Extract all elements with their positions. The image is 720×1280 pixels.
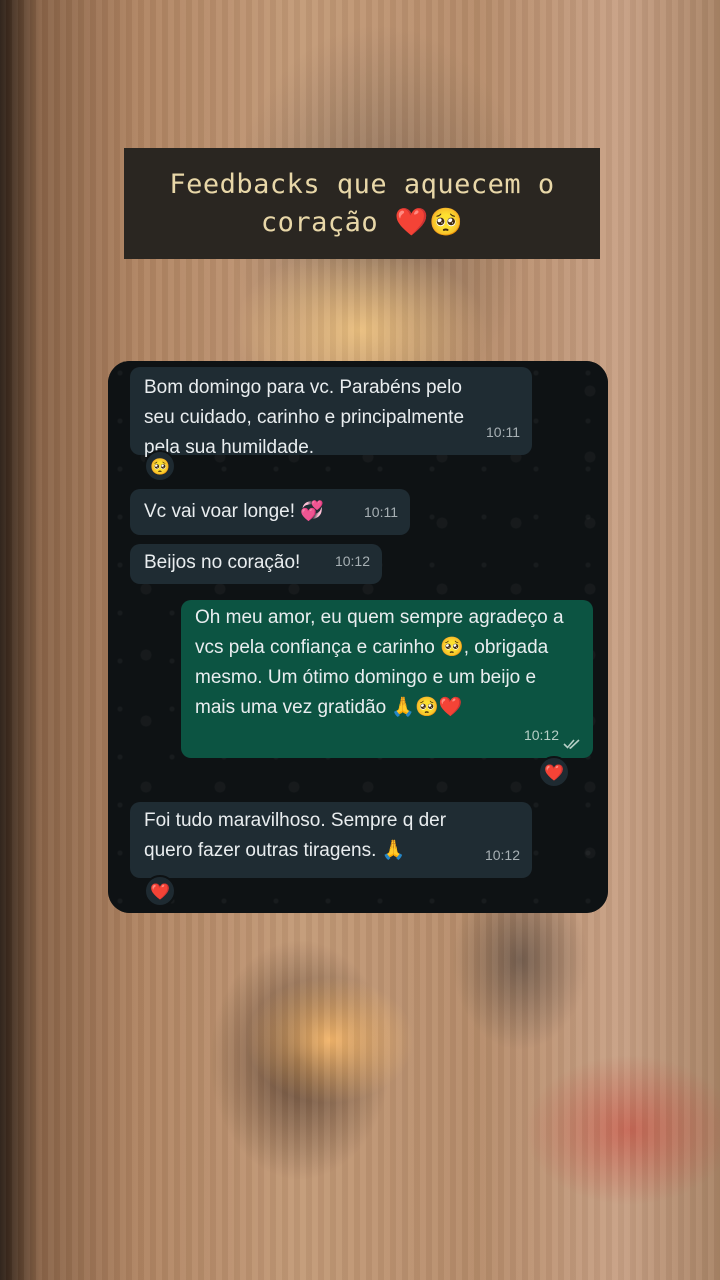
message-text: Foi tudo maravilhoso. Sempre q der quero… [144, 810, 447, 861]
message-text: Bom domingo para vc. Parabéns pelo seu c… [144, 377, 465, 458]
message-bubble-outgoing[interactable]: Oh meu amor, eu quem sempre agradeço a v… [181, 600, 593, 758]
message-time: 10:12 [523, 727, 559, 743]
reaction-heart-icon[interactable]: ❤️ [538, 756, 570, 788]
double-check-icon [563, 739, 580, 749]
message-bubble-incoming[interactable]: Beijos no coração! 10:12 [130, 544, 382, 584]
message-text: Vc vai voar longe! 💞 [144, 501, 324, 522]
reaction-heart-icon[interactable]: ❤️ [144, 875, 176, 907]
message-time: 10:11 [364, 504, 398, 520]
message-text: Oh meu amor, eu quem sempre agradeço a v… [195, 607, 564, 718]
message-time: 10:12 [484, 847, 520, 863]
message-time: 10:12 [334, 553, 370, 569]
story-caption: Feedbacks que aquecem o coração ❤️🥺 [124, 148, 600, 259]
reaction-pleading-face-icon[interactable]: 🥺 [144, 450, 176, 482]
message-bubble-incoming[interactable]: Foi tudo maravilhoso. Sempre q der quero… [130, 802, 532, 878]
message-time: 10:11 [486, 424, 520, 440]
message-text: Beijos no coração! [144, 552, 301, 573]
chat-screenshot: Bom domingo para vc. Parabéns pelo seu c… [108, 361, 608, 913]
caption-text: Feedbacks que aquecem o coração ❤️🥺 [169, 168, 555, 238]
message-bubble-incoming[interactable]: Bom domingo para vc. Parabéns pelo seu c… [130, 367, 532, 458]
message-bubble-incoming[interactable]: Vc vai voar longe! 💞 10:11 [130, 489, 410, 535]
